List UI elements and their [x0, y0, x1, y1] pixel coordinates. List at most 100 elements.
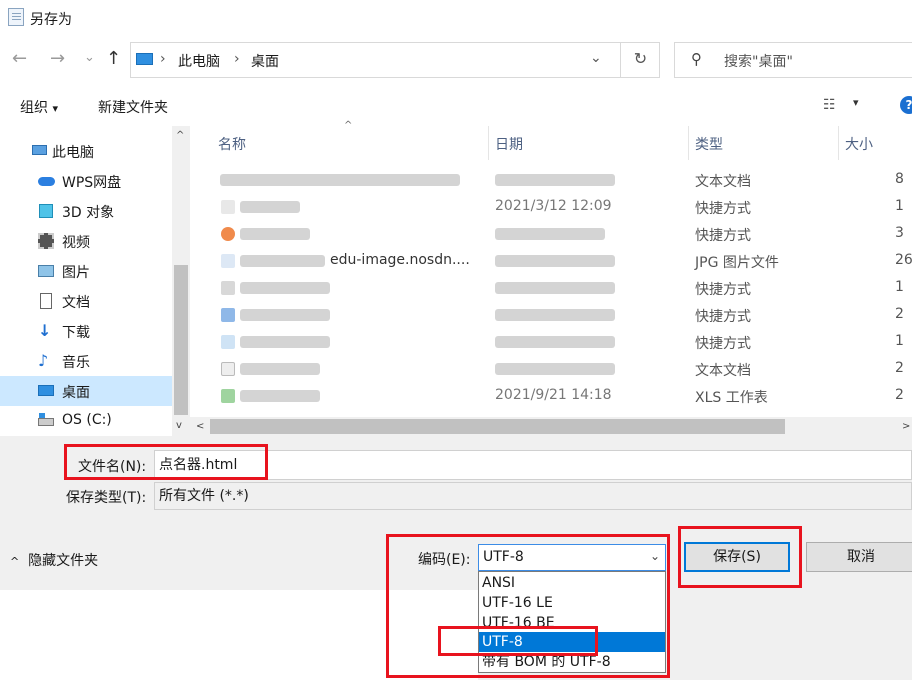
file-icon: [221, 227, 235, 241]
title-bar: [0, 0, 912, 36]
back-button[interactable]: ←: [12, 48, 27, 69]
blurred-name: [240, 282, 330, 294]
hide-folders-label: 隐藏文件夹: [28, 553, 99, 569]
blurred-name: [240, 201, 300, 213]
sidebar-item-downloads[interactable]: ↓ 下载: [0, 316, 172, 346]
desktop-icon: [38, 383, 54, 399]
download-icon: ↓: [38, 321, 52, 340]
file-type: 快捷方式: [695, 201, 751, 217]
address-dropdown-button[interactable]: ⌄: [590, 50, 602, 66]
sidebar-item-documents[interactable]: 文档: [0, 286, 172, 316]
computer-icon: [136, 53, 153, 65]
file-size: 2: [895, 360, 904, 376]
column-divider[interactable]: [488, 126, 489, 160]
blurred-name: [240, 255, 325, 267]
search-icon: ⚲: [691, 50, 702, 68]
computer-icon: [32, 143, 48, 159]
file-icon: [221, 281, 235, 295]
sidebar-item-label: OS (C:): [62, 412, 112, 428]
blurred-name: [240, 336, 330, 348]
scroll-down-arrow[interactable]: v: [176, 420, 182, 431]
column-divider[interactable]: [688, 126, 689, 160]
window-title: 另存为: [30, 12, 72, 28]
column-header-type[interactable]: 类型: [695, 134, 723, 154]
breadcrumb-this-pc[interactable]: 此电脑: [178, 51, 220, 71]
file-row[interactable]: 2021/3/12 12:09 快捷方式 1: [190, 194, 912, 221]
column-header-date[interactable]: 日期: [495, 134, 523, 154]
file-size: 1: [895, 333, 904, 349]
blurred-name: [240, 363, 320, 375]
sidebar-item-videos[interactable]: 视频: [0, 226, 172, 256]
file-row[interactable]: 文本文档 2: [190, 356, 912, 383]
music-icon: ♪: [38, 351, 49, 370]
scroll-up-arrow[interactable]: ^: [176, 130, 184, 141]
blurred-date: [495, 174, 615, 186]
file-size: 8: [895, 171, 904, 187]
highlight-box: [64, 444, 268, 480]
sidebar-item-label: 音乐: [62, 355, 90, 371]
image-file-icon: [221, 254, 235, 268]
blurred-name: [220, 174, 460, 186]
file-date: 2021/9/21 14:18: [495, 387, 612, 403]
refresh-button[interactable]: ↻: [620, 42, 660, 78]
file-size: 1: [895, 279, 904, 295]
up-button[interactable]: ↑: [106, 48, 121, 69]
help-icon[interactable]: ?: [900, 96, 912, 114]
sidebar-item-label: 3D 对象: [62, 205, 115, 221]
caret-down-icon[interactable]: ▾: [853, 96, 859, 109]
file-row[interactable]: 文本文档 8: [190, 167, 912, 194]
file-row[interactable]: 快捷方式 1: [190, 275, 912, 302]
sidebar-item-label: 图片: [62, 265, 90, 281]
sidebar-item-label: 此电脑: [52, 145, 94, 161]
drive-icon: [38, 413, 54, 429]
blurred-name: [240, 228, 310, 240]
sidebar-item-3d-objects[interactable]: 3D 对象: [0, 196, 172, 226]
view-options-icon[interactable]: ☷: [823, 97, 836, 113]
new-folder-button[interactable]: 新建文件夹: [98, 97, 168, 117]
file-icon: [221, 335, 235, 349]
search-input[interactable]: [674, 42, 912, 78]
blurred-date: [495, 363, 615, 375]
column-divider[interactable]: [838, 126, 839, 160]
file-icon: [221, 308, 235, 322]
filetype-select[interactable]: 所有文件 (*.*): [154, 482, 912, 510]
forward-button[interactable]: →: [50, 48, 65, 69]
highlight-box: [386, 534, 670, 678]
file-size: 2: [895, 306, 904, 322]
organize-button[interactable]: 组织 ▾: [20, 97, 58, 117]
sidebar-item-pictures[interactable]: 图片: [0, 256, 172, 286]
breadcrumb-desktop[interactable]: 桌面: [251, 51, 279, 71]
picture-icon: [38, 263, 54, 279]
column-header-size[interactable]: 大小: [845, 134, 873, 154]
sidebar-item-wps-cloud[interactable]: WPS网盘: [0, 166, 172, 196]
file-row[interactable]: 快捷方式 2: [190, 302, 912, 329]
file-size: 2: [895, 387, 904, 403]
scroll-left-arrow[interactable]: <: [196, 421, 204, 432]
blurred-date: [495, 228, 605, 240]
sidebar-item-music[interactable]: ♪ 音乐: [0, 346, 172, 376]
blurred-date: [495, 309, 615, 321]
recent-locations-button[interactable]: ⌄: [84, 50, 95, 65]
column-header-name[interactable]: 名称: [218, 134, 246, 154]
sidebar-item-label: 视频: [62, 235, 90, 251]
sidebar-item-os-drive[interactable]: OS (C:): [0, 406, 172, 436]
file-row[interactable]: 快捷方式 3: [190, 221, 912, 248]
sidebar-item-desktop[interactable]: 桌面: [0, 376, 172, 406]
document-icon: [38, 293, 54, 309]
file-type: 文本文档: [695, 174, 751, 190]
file-type: 快捷方式: [695, 336, 751, 352]
cancel-button[interactable]: 取消: [806, 542, 912, 572]
hide-folders-button[interactable]: ^ 隐藏文件夹: [10, 550, 98, 570]
file-row[interactable]: edu-image.nosdn.... JPG 图片文件 26: [190, 248, 912, 275]
file-type: 快捷方式: [695, 282, 751, 298]
file-row[interactable]: 2021/9/21 14:18 XLS 工作表 2: [190, 383, 912, 410]
caret-down-icon: ▾: [52, 102, 58, 115]
blurred-date: [495, 255, 615, 267]
cube-icon: [38, 203, 54, 219]
horizontal-scroll-thumb[interactable]: [210, 419, 785, 434]
file-row[interactable]: 快捷方式 1: [190, 329, 912, 356]
scroll-right-arrow[interactable]: >: [902, 421, 910, 432]
sidebar-scroll-thumb[interactable]: [174, 265, 188, 415]
sidebar-item-this-pc[interactable]: 此电脑: [0, 136, 172, 166]
blurred-name: [240, 309, 330, 321]
